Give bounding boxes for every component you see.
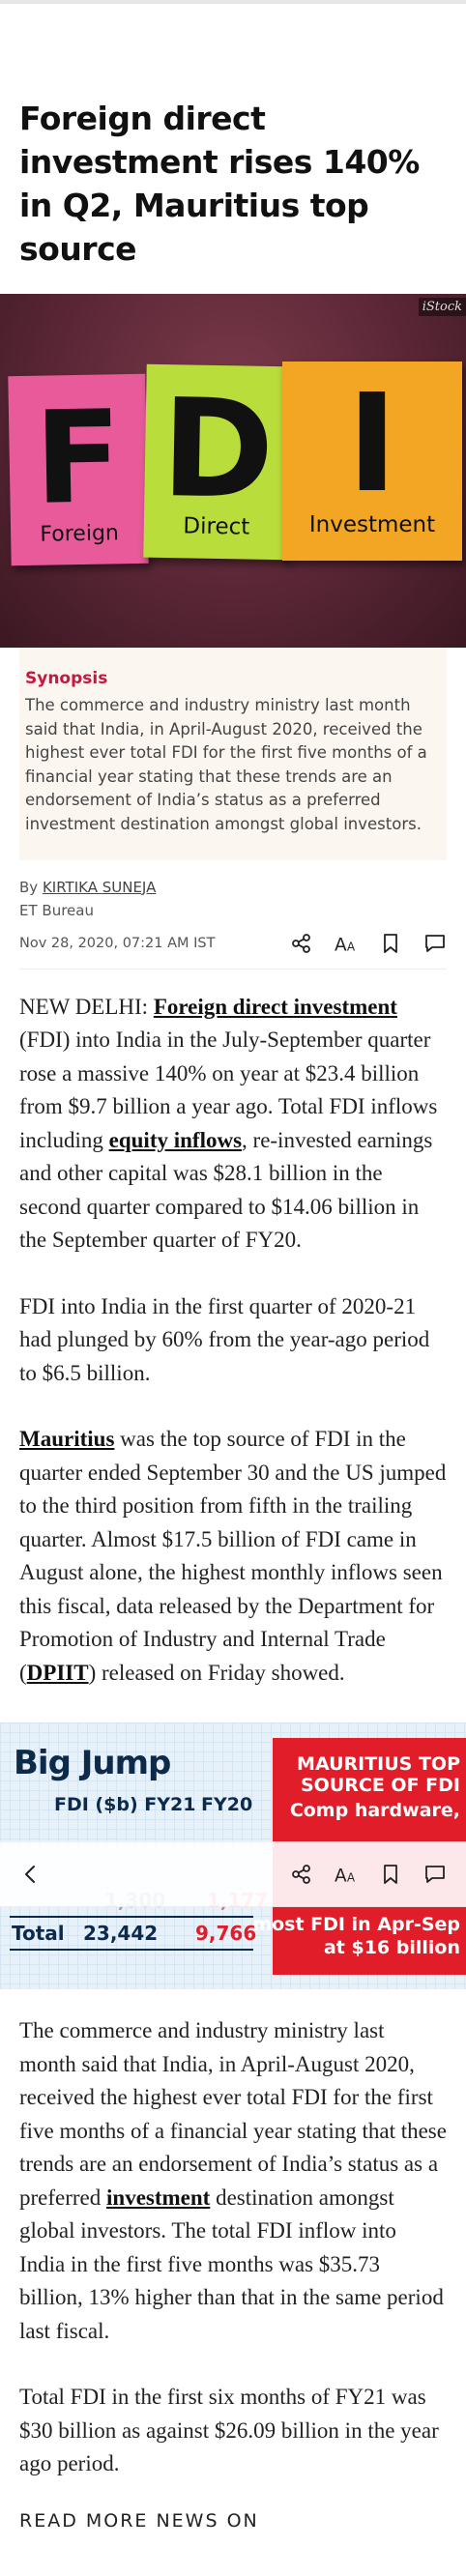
sticky-note-d: D Direct <box>143 363 292 561</box>
note-word: Direct <box>183 513 250 540</box>
font-size-icon[interactable]: AA <box>335 1863 358 1886</box>
synopsis-text: The commerce and industry ministry last … <box>25 696 427 833</box>
sticky-note-i: I Investment <box>282 362 462 561</box>
article-body: NEW DELHI: Foreign direct investment (FD… <box>0 991 466 1691</box>
infographic-col2-header: FY20 <box>201 1794 253 1816</box>
author-link[interactable]: KIRTIKA SUNEJA <box>43 879 156 896</box>
note-letter: I <box>346 365 398 523</box>
svg-text:A: A <box>335 935 347 954</box>
infographic-total-label: Total <box>12 1922 65 1946</box>
paragraph: The commerce and industry ministry last … <box>19 2014 447 2348</box>
infographic-title: Big Jump <box>14 1744 171 1783</box>
link-mauritius[interactable]: Mauritius <box>19 1427 114 1451</box>
article-body-continued: The commerce and industry ministry last … <box>0 2014 466 2481</box>
article-toolbar: AA <box>290 932 447 955</box>
share-icon[interactable] <box>290 932 313 955</box>
link-dpiit[interactable]: DPIIT <box>27 1661 89 1685</box>
infographic-rule-top <box>10 1916 253 1919</box>
infographic-total-fy21: 23,442 <box>83 1922 159 1946</box>
infographic-right-line3: Comp hardware, <box>289 1800 460 1822</box>
synopsis-box: Synopsis The commerce and industry minis… <box>19 648 447 860</box>
read-more-heading: READ MORE NEWS ON <box>19 2509 259 2532</box>
font-size-icon[interactable]: AA <box>335 932 358 955</box>
share-icon[interactable] <box>290 1863 313 1886</box>
synopsis-label: Synopsis <box>25 669 108 688</box>
note-letter: F <box>33 383 124 534</box>
dateline: NEW DELHI: <box>19 994 154 1019</box>
paragraph-text: ) released on Friday showed. <box>88 1660 345 1685</box>
infographic-col1-header: FDI ($b) FY21 <box>54 1794 196 1816</box>
image-credit: iStock <box>418 298 466 316</box>
infographic-right-bottom1: most FDI in Apr-Sep <box>252 1914 460 1936</box>
paragraph-text: was the top source of FDI in the quarter… <box>19 1427 447 1685</box>
paragraph: NEW DELHI: Foreign direct investment (FD… <box>19 991 447 1258</box>
sticky-note-f: F Foreign <box>8 373 149 566</box>
publication-name: ET Bureau <box>19 901 94 919</box>
bookmark-icon[interactable] <box>379 932 402 955</box>
svg-text:A: A <box>335 1866 347 1885</box>
comment-icon[interactable] <box>423 932 447 955</box>
top-bar <box>0 0 466 4</box>
floating-toolbar: AA <box>0 1841 466 1907</box>
svg-text:A: A <box>347 1870 356 1884</box>
note-word: Investment <box>308 512 436 537</box>
link-foreign-direct-investment[interactable]: Foreign direct investment <box>154 995 397 1019</box>
article-meta-row: Nov 28, 2020, 07:21 AM IST AA <box>19 932 447 970</box>
infographic-total-fy20: 9,766 <box>195 1922 257 1946</box>
svg-text:A: A <box>347 940 356 953</box>
publish-date: Nov 28, 2020, 07:21 AM IST <box>19 935 216 951</box>
note-word: Foreign <box>40 521 120 547</box>
infographic-right-line1: MAURITIUS TOP <box>297 1753 460 1776</box>
paragraph: Total FDI in the first six months of FY2… <box>19 2385 439 2476</box>
paragraph-text: The commerce and industry ministry last … <box>19 2018 447 2210</box>
byline-prefix: By <box>19 878 39 896</box>
floating-toolbar-tools: AA <box>290 1863 447 1886</box>
article-hero-image: iStock F Foreign D Direct I Investment <box>0 294 466 648</box>
bookmark-icon[interactable] <box>379 1863 402 1886</box>
byline: By KIRTIKA SUNEJA ET Bureau <box>0 860 466 922</box>
comment-icon[interactable] <box>423 1863 447 1886</box>
paragraph: Mauritius was the top source of FDI in t… <box>19 1423 447 1690</box>
link-investment[interactable]: investment <box>106 2185 210 2210</box>
paragraph: FDI into India in the first quarter of 2… <box>19 1293 430 1385</box>
chevron-left-icon[interactable] <box>19 1863 43 1886</box>
article-headline: Foreign direct investment rises 140% in … <box>19 100 420 268</box>
link-equity-inflows[interactable]: equity inflows <box>109 1128 242 1152</box>
infographic-rule-bottom <box>10 1949 253 1952</box>
infographic-right-bottom2: at $16 billion <box>323 1937 460 1959</box>
infographic-right-line2: SOURCE OF FDI <box>301 1775 460 1797</box>
note-letter: D <box>160 370 276 531</box>
